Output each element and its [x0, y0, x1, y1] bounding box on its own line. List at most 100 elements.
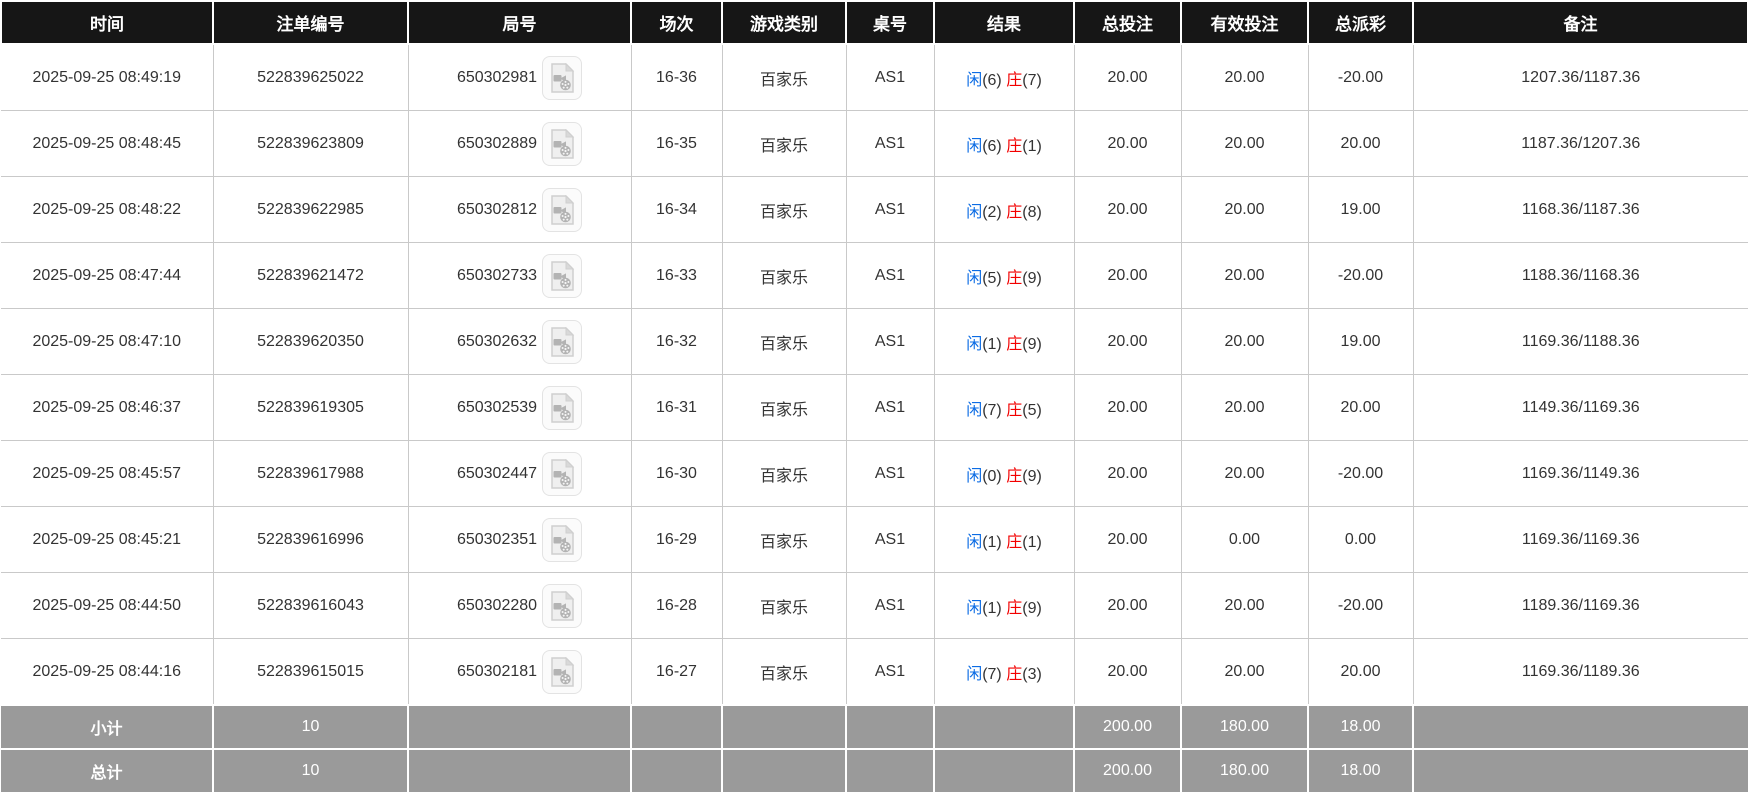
- player-result-label: 闲: [966, 467, 983, 485]
- round-number: 650302812: [456, 200, 538, 218]
- summary-count-cell: 10: [212, 704, 409, 750]
- banker-result-score: (9): [1022, 269, 1042, 287]
- game-type-cell: 百家乐: [721, 110, 847, 177]
- video-replay-button[interactable]: [542, 451, 583, 496]
- round-number: 650302981: [456, 68, 538, 86]
- game-type-cell: 百家乐: [721, 242, 847, 309]
- valid-bet-cell: 20.00: [1180, 242, 1309, 309]
- table-no-cell: AS1: [845, 43, 935, 111]
- total-bet-cell: 20.00: [1073, 110, 1182, 177]
- payout-cell: -20.00: [1307, 572, 1414, 639]
- game-type-cell: 百家乐: [721, 440, 847, 507]
- round-cell: 650302889: [407, 110, 632, 177]
- payout-cell: 19.00: [1307, 308, 1414, 375]
- banker-result-label: 庄: [1006, 665, 1023, 683]
- time-cell: 2025-09-25 08:48:45: [1, 110, 214, 177]
- banker-result-label: 庄: [1006, 401, 1023, 419]
- player-result-score: (1): [982, 335, 1002, 353]
- summary-empty-session-cell: [630, 748, 723, 794]
- video-document-icon: [551, 656, 575, 687]
- subtotal-row: 小计 10 200.00 180.00 18.00: [1, 704, 1748, 750]
- video-replay-button[interactable]: [542, 121, 583, 166]
- column-header-round: 局号: [407, 0, 632, 45]
- summary-empty-table-no-cell: [845, 748, 935, 794]
- summary-label-cell: 总计: [1, 748, 214, 794]
- payout-cell: 20.00: [1307, 110, 1414, 177]
- summary-empty-remark-cell: [1412, 704, 1748, 750]
- column-header-total_bet: 总投注: [1073, 0, 1182, 45]
- payout-cell: 0.00: [1307, 506, 1414, 573]
- video-replay-button[interactable]: [542, 253, 583, 298]
- summary-empty-game-type-cell: [721, 704, 847, 750]
- game-type-cell: 百家乐: [721, 572, 847, 639]
- round-number: 650302632: [456, 332, 538, 350]
- summary-empty-remark-cell: [1412, 748, 1748, 794]
- remark-cell: 1187.36/1207.36: [1412, 110, 1748, 177]
- banker-result-label: 庄: [1006, 599, 1023, 617]
- total-bet-cell: 20.00: [1073, 242, 1182, 309]
- summary-empty-game-type-cell: [721, 748, 847, 794]
- table-row: 2025-09-25 08:48:22 522839622985 650302812…: [1, 176, 1748, 243]
- valid-bet-cell: 0.00: [1180, 506, 1309, 573]
- player-result-label: 闲: [966, 203, 983, 221]
- valid-bet-cell: 20.00: [1180, 572, 1309, 639]
- summary-payout-cell: 18.00: [1307, 748, 1414, 794]
- player-result-score: (0): [982, 467, 1002, 485]
- time-cell: 2025-09-25 08:44:50: [1, 572, 214, 639]
- video-document-icon: [551, 260, 575, 291]
- video-document-icon: [551, 62, 575, 93]
- time-cell: 2025-09-25 08:47:44: [1, 242, 214, 309]
- video-replay-button[interactable]: [542, 583, 583, 628]
- video-replay-button[interactable]: [542, 319, 583, 364]
- player-result-score: (1): [982, 599, 1002, 617]
- valid-bet-cell: 20.00: [1180, 176, 1309, 243]
- round-cell: 650302733: [407, 242, 632, 309]
- video-document-icon: [551, 458, 575, 489]
- round-number: 650302889: [456, 134, 538, 152]
- video-replay-button[interactable]: [542, 385, 583, 430]
- summary-empty-result-cell: [933, 704, 1075, 750]
- video-replay-button[interactable]: [542, 517, 583, 562]
- game-type-cell: 百家乐: [721, 374, 847, 441]
- result-cell: 闲(5) 庄(9): [933, 242, 1075, 309]
- banker-result-label: 庄: [1006, 335, 1023, 353]
- banker-result-score: (1): [1022, 137, 1042, 155]
- bet-id-cell: 522839615015: [212, 638, 409, 706]
- table-no-cell: AS1: [845, 506, 935, 573]
- video-replay-button[interactable]: [542, 187, 583, 232]
- banker-result-score: (9): [1022, 467, 1042, 485]
- session-cell: 16-33: [630, 242, 723, 309]
- table-no-cell: AS1: [845, 440, 935, 507]
- session-cell: 16-29: [630, 506, 723, 573]
- banker-result-label: 庄: [1006, 203, 1023, 221]
- round-wrap: 650302181: [409, 649, 631, 694]
- video-document-icon: [551, 128, 575, 159]
- column-header-result: 结果: [933, 0, 1075, 45]
- round-wrap: 650302632: [409, 319, 631, 364]
- summary-total-bet-cell: 200.00: [1073, 748, 1182, 794]
- session-cell: 16-34: [630, 176, 723, 243]
- time-cell: 2025-09-25 08:49:19: [1, 43, 214, 111]
- total-bet-cell: 20.00: [1073, 440, 1182, 507]
- banker-result-label: 庄: [1006, 137, 1023, 155]
- video-document-icon: [551, 194, 575, 225]
- payout-cell: -20.00: [1307, 43, 1414, 111]
- valid-bet-cell: 20.00: [1180, 43, 1309, 111]
- table-row: 2025-09-25 08:45:21 522839616996 650302351…: [1, 506, 1748, 573]
- banker-result-score: (9): [1022, 599, 1042, 617]
- video-replay-button[interactable]: [542, 649, 583, 694]
- player-result-score: (7): [982, 401, 1002, 419]
- valid-bet-cell: 20.00: [1180, 638, 1309, 706]
- remark-cell: 1169.36/1188.36: [1412, 308, 1748, 375]
- valid-bet-cell: 20.00: [1180, 110, 1309, 177]
- video-replay-button[interactable]: [542, 55, 583, 100]
- banker-result-score: (9): [1022, 335, 1042, 353]
- result-cell: 闲(7) 庄(3): [933, 638, 1075, 706]
- session-cell: 16-27: [630, 638, 723, 706]
- summary-empty-session-cell: [630, 704, 723, 750]
- column-header-session: 场次: [630, 0, 723, 45]
- table-row: 2025-09-25 08:44:16 522839615015 650302181…: [1, 638, 1748, 706]
- result-cell: 闲(6) 庄(7): [933, 43, 1075, 111]
- session-cell: 16-28: [630, 572, 723, 639]
- bet-id-cell: 522839619305: [212, 374, 409, 441]
